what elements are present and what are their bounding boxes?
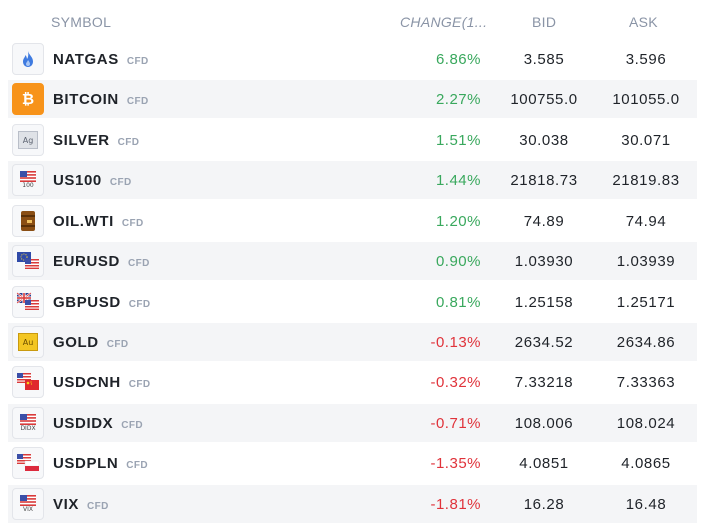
ask-price[interactable]: 3.596 — [596, 51, 696, 68]
symbol-name: VIX CFD — [53, 496, 109, 513]
index-label: DIDX — [20, 425, 36, 432]
bid-price[interactable]: 16.28 — [494, 496, 594, 513]
symbol-name: GBPUSD CFD — [53, 294, 151, 311]
change-value: 1.20% — [435, 213, 481, 230]
gold-icon: Au — [12, 326, 44, 358]
ask-price[interactable]: 16.48 — [596, 496, 696, 513]
table-header: SYMBOL CHANGE(1... BID ASK — [0, 0, 706, 40]
change-value: -0.32% — [430, 374, 481, 391]
cfd-tag: CFD — [106, 339, 129, 350]
index-label: VIX — [23, 506, 33, 513]
table-row[interactable]: GBPUSD CFD 0.81% 1.25158 1.25171 — [8, 283, 697, 321]
us-cn-flags-icon — [12, 366, 44, 398]
symbol-name: SILVER CFD — [53, 132, 140, 149]
us-flag-icon: VIX — [12, 488, 44, 520]
cfd-tag: CFD — [126, 460, 149, 471]
table-row[interactable]: NATGAS CFD 6.86% 3.585 3.596 — [8, 40, 697, 78]
column-header-ask[interactable]: ASK — [629, 14, 658, 30]
svg-text:₿: ₿ — [22, 90, 34, 108]
cfd-tag: CFD — [128, 299, 151, 310]
symbol-name: GOLD CFD — [53, 334, 129, 351]
flame-icon — [12, 43, 44, 75]
cfd-tag: CFD — [127, 258, 150, 269]
gold-bar-label: Au — [18, 333, 38, 351]
cfd-tag: CFD — [128, 379, 151, 390]
ask-price[interactable]: 21819.83 — [596, 172, 696, 189]
change-value: 2.27% — [435, 91, 481, 108]
ask-price[interactable]: 101055.0 — [596, 91, 696, 108]
ask-price[interactable]: 108.024 — [596, 415, 696, 432]
ask-price[interactable]: 1.03939 — [596, 253, 696, 270]
cfd-tag: CFD — [117, 137, 140, 148]
bid-price[interactable]: 21818.73 — [494, 172, 594, 189]
table-row[interactable]: USDPLN CFD -1.35% 4.0851 4.0865 — [8, 444, 697, 482]
change-value: 0.81% — [435, 294, 481, 311]
ask-price[interactable]: 2634.86 — [596, 334, 696, 351]
us-flag-icon: DIDX — [12, 407, 44, 439]
change-value: 1.51% — [435, 132, 481, 149]
eu-us-flags-icon — [12, 245, 44, 277]
ask-price[interactable]: 30.071 — [596, 132, 696, 149]
cfd-tag: CFD — [109, 177, 132, 188]
symbol-name: NATGAS CFD — [53, 51, 149, 68]
symbol-name: US100 CFD — [53, 172, 132, 189]
bid-price[interactable]: 1.03930 — [494, 253, 594, 270]
ask-price[interactable]: 7.33363 — [596, 374, 696, 391]
change-value: -1.81% — [430, 496, 481, 513]
symbol-name: EURUSD CFD — [53, 253, 150, 270]
us-pl-flags-icon — [12, 447, 44, 479]
cfd-tag: CFD — [126, 56, 149, 67]
change-value: -0.71% — [430, 415, 481, 432]
bitcoin-icon: ₿ — [12, 83, 44, 115]
oil-barrel-icon — [12, 205, 44, 237]
cfd-tag: CFD — [121, 420, 144, 431]
ask-price[interactable]: 4.0865 — [596, 455, 696, 472]
ask-price[interactable]: 1.25171 — [596, 294, 696, 311]
bid-price[interactable]: 30.038 — [494, 132, 594, 149]
column-header-symbol[interactable]: SYMBOL — [51, 14, 111, 30]
bid-price[interactable]: 100755.0 — [494, 91, 594, 108]
silver-bar-label: Ag — [18, 131, 38, 149]
table-row[interactable]: 100 US100 CFD 1.44% 21818.73 21819.83 — [8, 161, 697, 199]
symbol-name: USDPLN CFD — [53, 455, 149, 472]
table-row[interactable]: ₿ BITCOIN CFD 2.27% 100755.0 101055.0 — [8, 80, 697, 118]
change-value: -1.35% — [430, 455, 481, 472]
change-value: 1.44% — [435, 172, 481, 189]
instrument-table: SYMBOL CHANGE(1... BID ASK NATGAS CFD 6.8… — [0, 0, 706, 530]
bid-price[interactable]: 4.0851 — [494, 455, 594, 472]
bid-price[interactable]: 74.89 — [494, 213, 594, 230]
cfd-tag: CFD — [86, 501, 109, 512]
table-row[interactable]: Au GOLD CFD -0.13% 2634.52 2634.86 — [8, 323, 697, 361]
column-header-change[interactable]: CHANGE(1... — [400, 14, 487, 30]
table-row[interactable]: Ag SILVER CFD 1.51% 30.038 30.071 — [8, 121, 697, 159]
table-row[interactable]: EURUSD CFD 0.90% 1.03930 1.03939 — [8, 242, 697, 280]
change-value: 0.90% — [435, 253, 481, 270]
bid-price[interactable]: 1.25158 — [494, 294, 594, 311]
cfd-tag: CFD — [121, 218, 144, 229]
us-flag-icon: 100 — [12, 164, 44, 196]
symbol-name: BITCOIN CFD — [53, 91, 149, 108]
bid-price[interactable]: 108.006 — [494, 415, 594, 432]
symbol-name: USDIDX CFD — [53, 415, 144, 432]
bid-price[interactable]: 2634.52 — [494, 334, 594, 351]
table-row[interactable]: OIL.WTI CFD 1.20% 74.89 74.94 — [8, 202, 697, 240]
uk-us-flags-icon — [12, 286, 44, 318]
index-label: 100 — [22, 182, 34, 189]
silver-icon: Ag — [12, 124, 44, 156]
change-value: 6.86% — [435, 51, 481, 68]
symbol-name: USDCNH CFD — [53, 374, 151, 391]
column-header-bid[interactable]: BID — [532, 14, 556, 30]
table-row[interactable]: USDCNH CFD -0.32% 7.33218 7.33363 — [8, 363, 697, 401]
ask-price[interactable]: 74.94 — [596, 213, 696, 230]
bid-price[interactable]: 3.585 — [494, 51, 594, 68]
cfd-tag: CFD — [126, 96, 149, 107]
change-value: -0.13% — [430, 334, 481, 351]
table-row[interactable]: DIDX USDIDX CFD -0.71% 108.006 108.024 — [8, 404, 697, 442]
symbol-name: OIL.WTI CFD — [53, 213, 144, 230]
table-row[interactable]: VIX VIX CFD -1.81% 16.28 16.48 — [8, 485, 697, 523]
bid-price[interactable]: 7.33218 — [494, 374, 594, 391]
